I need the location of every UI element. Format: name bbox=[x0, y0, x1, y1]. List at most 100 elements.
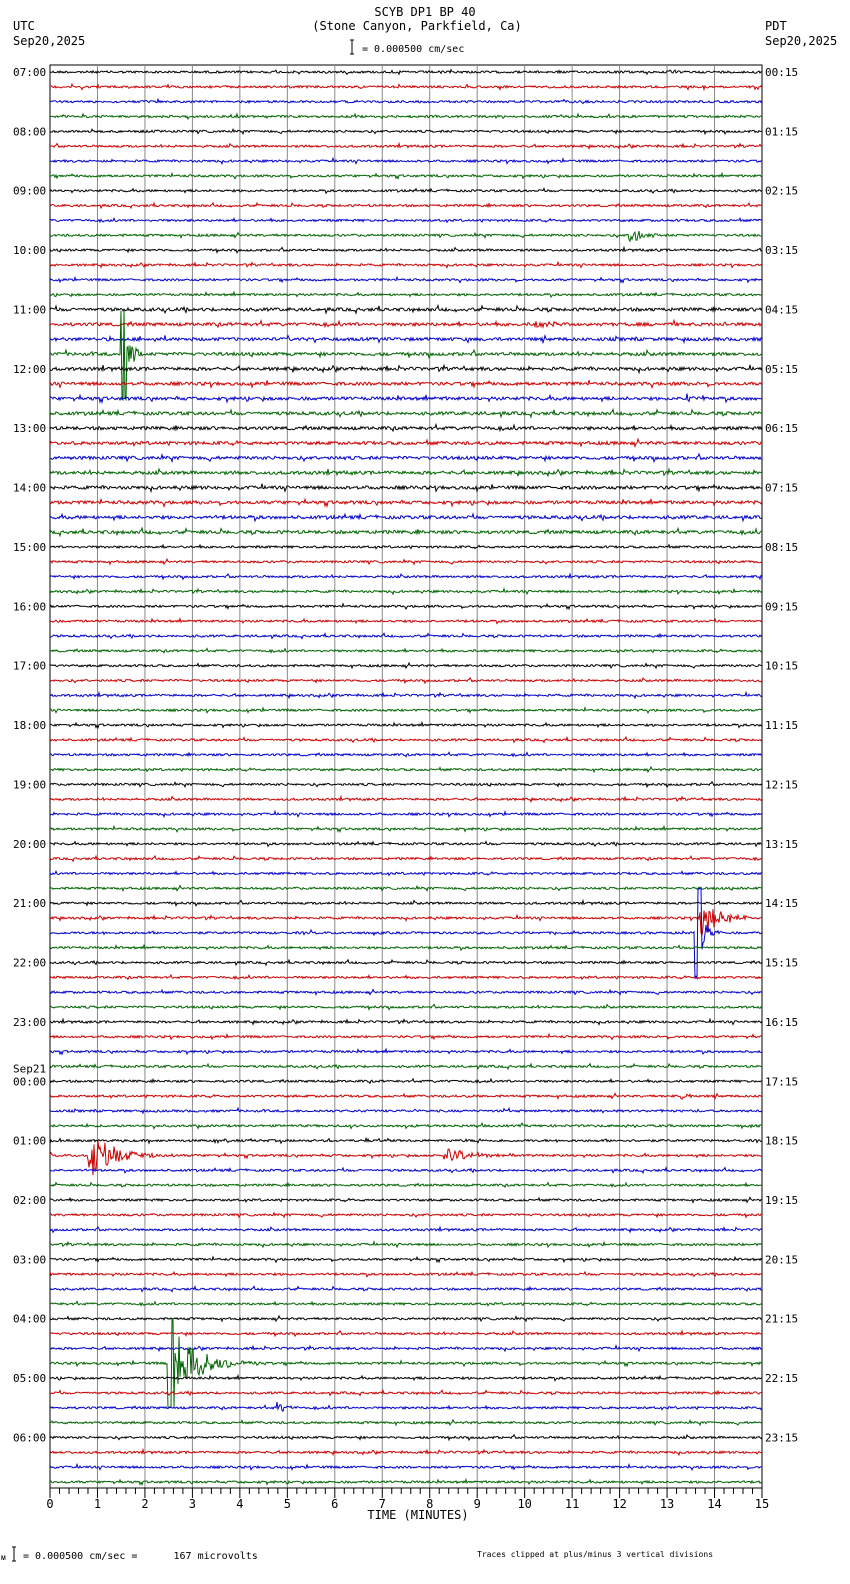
utc-hour-label: 21:00 bbox=[13, 897, 46, 910]
trace-4 bbox=[49, 127, 763, 136]
trace-46 bbox=[49, 751, 763, 758]
trace-87 bbox=[49, 1318, 763, 1409]
trace-74 bbox=[49, 1166, 763, 1175]
trace-90 bbox=[49, 1402, 763, 1413]
trace-7 bbox=[49, 171, 763, 180]
utc-hour-label: 14:00 bbox=[13, 482, 46, 495]
pdt-hour-label: 05:15 bbox=[765, 363, 798, 376]
right-date: Sep20,2025 bbox=[765, 34, 837, 48]
utc-hour-label: 13:00 bbox=[13, 422, 46, 435]
trace-85 bbox=[49, 1329, 763, 1338]
trace-66 bbox=[49, 1047, 763, 1056]
pdt-hour-label: 01:15 bbox=[765, 125, 798, 138]
trace-93 bbox=[49, 1447, 763, 1457]
date-change-label: Sep21 bbox=[13, 1062, 46, 1075]
trace-12 bbox=[49, 245, 763, 255]
pdt-hour-label: 17:15 bbox=[765, 1075, 798, 1088]
trace-81 bbox=[49, 1270, 762, 1278]
trace-38 bbox=[49, 632, 763, 640]
x-tick-label: 3 bbox=[189, 1497, 196, 1511]
trace-53 bbox=[49, 854, 763, 863]
pdt-hour-label: 15:15 bbox=[765, 957, 798, 970]
pdt-hour-label: 21:15 bbox=[765, 1313, 798, 1326]
trace-6 bbox=[49, 156, 763, 166]
trace-54 bbox=[49, 869, 763, 877]
trace-64 bbox=[49, 1017, 763, 1026]
x-tick-label: 15 bbox=[755, 1497, 769, 1511]
trace-60 bbox=[49, 958, 763, 967]
pdt-hour-label: 06:15 bbox=[765, 422, 798, 435]
trace-63 bbox=[50, 1003, 763, 1012]
pdt-hour-label: 23:15 bbox=[765, 1431, 798, 1444]
x-tick-label: 4 bbox=[236, 1497, 243, 1511]
pdt-hour-label: 16:15 bbox=[765, 1016, 798, 1029]
trace-40 bbox=[49, 661, 763, 670]
pdt-hour-label: 14:15 bbox=[765, 897, 798, 910]
trace-14 bbox=[49, 275, 763, 284]
x-tick-label: 10 bbox=[517, 1497, 531, 1511]
utc-hour-label: 17:00 bbox=[13, 660, 46, 673]
trace-67 bbox=[49, 1062, 763, 1071]
trace-86 bbox=[49, 1344, 763, 1353]
trace-32 bbox=[49, 543, 763, 550]
pdt-hour-label: 09:15 bbox=[765, 600, 798, 613]
trace-41 bbox=[49, 676, 763, 685]
utc-hour-label: 15:00 bbox=[13, 541, 46, 554]
trace-3 bbox=[49, 112, 763, 121]
utc-hour-label: 23:00 bbox=[13, 1016, 46, 1029]
x-tick-label: 11 bbox=[565, 1497, 579, 1511]
pdt-hour-label: 03:15 bbox=[765, 244, 798, 257]
trace-62 bbox=[49, 988, 763, 997]
trace-55 bbox=[49, 884, 763, 893]
left-timezone: UTC bbox=[13, 19, 35, 33]
trace-94 bbox=[49, 1462, 763, 1472]
pdt-hour-label: 11:15 bbox=[765, 719, 798, 732]
title: SCYB DP1 BP 40 bbox=[374, 5, 475, 19]
utc-hour-label: 03:00 bbox=[13, 1253, 46, 1266]
clip-note: Traces clipped at plus/minus 3 vertical … bbox=[477, 1550, 713, 1559]
utc-hour-label: 02:00 bbox=[13, 1194, 46, 1207]
trace-13 bbox=[49, 260, 763, 269]
trace-56 bbox=[49, 898, 763, 908]
trace-50 bbox=[49, 809, 763, 819]
pdt-hour-label: 22:15 bbox=[765, 1372, 798, 1385]
scale-bar-icon bbox=[350, 39, 354, 55]
trace-45 bbox=[49, 735, 763, 744]
pdt-hour-label: 13:15 bbox=[765, 838, 798, 851]
trace-18 bbox=[49, 333, 763, 345]
trace-20 bbox=[49, 363, 763, 375]
trace-72 bbox=[49, 1136, 763, 1145]
trace-69 bbox=[49, 1092, 763, 1100]
trace-79 bbox=[49, 1240, 763, 1249]
trace-15 bbox=[49, 290, 763, 299]
pdt-hour-label: 04:15 bbox=[765, 303, 798, 316]
trace-22 bbox=[49, 393, 763, 405]
utc-hour-label: 05:00 bbox=[13, 1372, 46, 1385]
utc-hour-label: 08:00 bbox=[13, 125, 46, 138]
trace-77 bbox=[49, 1211, 763, 1219]
trace-70 bbox=[49, 1106, 763, 1115]
trace-29 bbox=[49, 497, 763, 509]
trace-8 bbox=[49, 187, 763, 195]
trace-10 bbox=[49, 216, 763, 224]
seismogram: SCYB DP1 BP 40 (Stone Canyon, Parkfield,… bbox=[1, 5, 837, 1562]
trace-21 bbox=[49, 379, 763, 390]
pdt-hour-label: 20:15 bbox=[765, 1253, 798, 1266]
trace-1 bbox=[49, 82, 763, 92]
trace-65 bbox=[49, 1032, 763, 1041]
x-tick-label: 6 bbox=[331, 1497, 338, 1511]
trace-37 bbox=[49, 617, 763, 625]
trace-92 bbox=[49, 1433, 763, 1442]
corner-mark: ᴍ bbox=[1, 1553, 6, 1562]
pdt-hour-label: 19:15 bbox=[765, 1194, 798, 1207]
utc-hour-label: 18:00 bbox=[13, 719, 46, 732]
trace-39 bbox=[50, 647, 763, 654]
pdt-hour-label: 12:15 bbox=[765, 778, 798, 791]
trace-58 bbox=[49, 887, 763, 980]
trace-0 bbox=[50, 68, 763, 76]
pdt-hour-label: 18:15 bbox=[765, 1135, 798, 1148]
trace-68 bbox=[49, 1077, 763, 1085]
x-tick-label: 14 bbox=[707, 1497, 721, 1511]
trace-84 bbox=[49, 1314, 763, 1323]
trace-16 bbox=[49, 303, 763, 315]
